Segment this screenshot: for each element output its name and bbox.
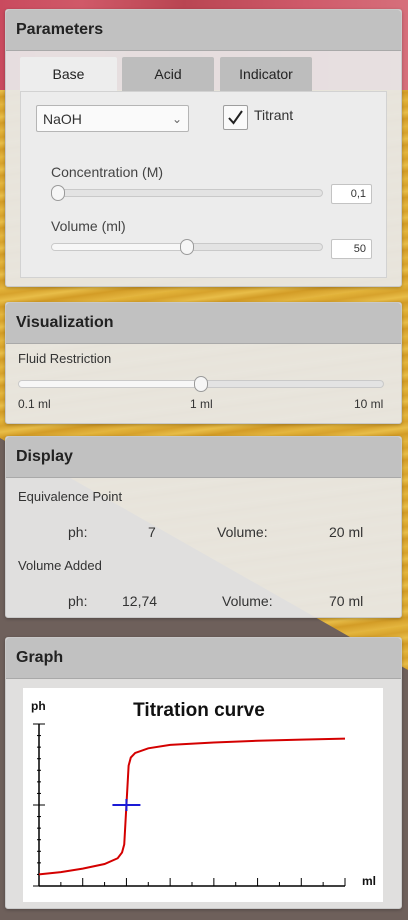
titration-chart: Titration curve ph ml <box>23 688 383 902</box>
titration-curve-line <box>38 737 346 876</box>
volume-added-heading: Volume Added <box>18 558 102 573</box>
added-volume-label: Volume: <box>222 593 273 609</box>
titrant-label: Titrant <box>254 107 294 123</box>
tick-min-label: 0.1 ml <box>18 397 51 411</box>
tick-mid-label: 1 ml <box>190 397 213 411</box>
concentration-label: Concentration (M) <box>51 164 164 180</box>
graph-header: Graph <box>6 638 401 679</box>
chevron-down-icon: ⌄ <box>171 112 182 126</box>
fluid-restriction-slider-handle[interactable] <box>194 376 208 392</box>
x-axis-label: ml <box>362 874 376 888</box>
graph-panel: Graph Titration curve ph ml <box>5 637 402 909</box>
visualization-header: Visualization <box>6 303 401 344</box>
substance-selected: NaOH <box>43 111 82 127</box>
volume-input[interactable]: 50 <box>331 239 372 259</box>
fluid-restriction-slider-fill <box>19 381 201 387</box>
volume-slider-fill <box>52 244 187 250</box>
concentration-slider-handle[interactable] <box>51 185 65 201</box>
base-tab-content: NaOH ⌄ Titrant Concentration (M) 0,1 Vol… <box>20 91 387 278</box>
tick-max-label: 10 ml <box>354 397 384 411</box>
tab-indicator[interactable]: Indicator <box>220 57 312 91</box>
display-panel: Display Equivalence Point ph: 7 Volume: … <box>5 436 402 618</box>
checkmark-icon <box>228 110 243 125</box>
chart-title: Titration curve <box>133 700 265 721</box>
volume-slider-handle[interactable] <box>180 239 194 255</box>
added-ph-label: ph: <box>68 593 88 609</box>
concentration-input[interactable]: 0,1 <box>331 184 372 204</box>
y-axis-label: ph <box>31 699 46 713</box>
tab-acid[interactable]: Acid <box>122 57 214 91</box>
titrant-checkbox[interactable] <box>223 105 248 130</box>
equivalence-point-heading: Equivalence Point <box>18 489 123 504</box>
added-volume-value: 70 ml <box>329 593 364 609</box>
fluid-restriction-label: Fluid Restriction <box>18 351 112 366</box>
tab-base[interactable]: Base <box>20 57 117 94</box>
display-header: Display <box>6 437 401 478</box>
parameters-header: Parameters <box>6 10 401 51</box>
volume-label: Volume (ml) <box>51 218 126 234</box>
equivalence-volume-value: 20 ml <box>329 524 364 540</box>
parameters-panel: Parameters Base Acid Indicator NaOH ⌄ Ti… <box>5 9 402 287</box>
equivalence-volume-label: Volume: <box>217 524 268 540</box>
titration-chart-svg: Titration curve ph ml <box>31 699 376 888</box>
concentration-slider-track[interactable] <box>51 189 323 197</box>
visualization-panel: Visualization Fluid Restriction 0.1 ml 1… <box>5 302 402 424</box>
added-ph-value: 12,74 <box>122 593 158 609</box>
equivalence-ph-label: ph: <box>68 524 88 540</box>
equivalence-ph-value: 7 <box>148 524 156 540</box>
substance-dropdown[interactable]: NaOH ⌄ <box>36 105 189 132</box>
